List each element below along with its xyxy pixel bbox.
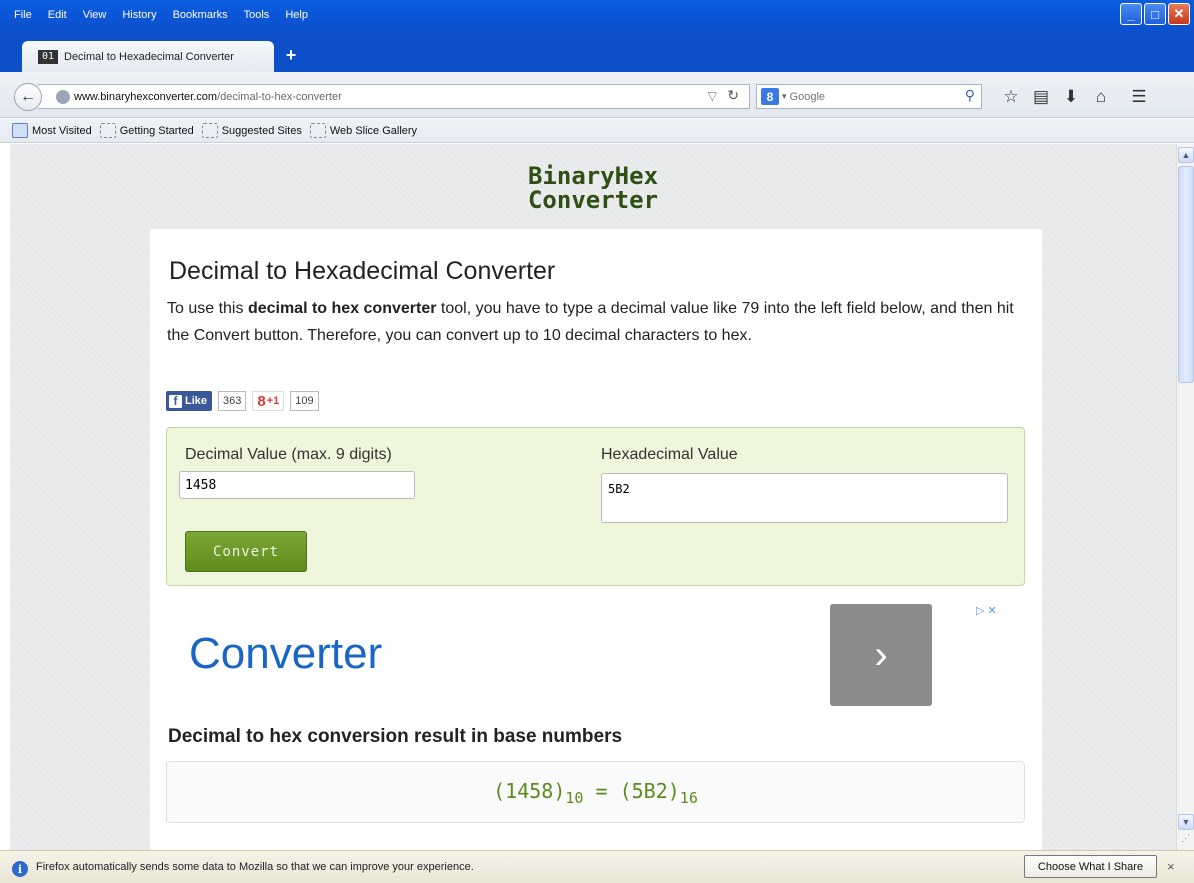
scroll-down-icon[interactable]: ▼ xyxy=(1178,814,1194,830)
menu-file[interactable]: File xyxy=(6,9,40,21)
menu-bar: File Edit View History Bookmarks Tools H… xyxy=(6,9,316,21)
vertical-scrollbar[interactable]: ▲ ▼ xyxy=(1176,144,1194,850)
new-tab-button[interactable]: + xyxy=(280,44,302,66)
search-bar[interactable]: 8 ▾ ⚲ xyxy=(756,84,982,109)
site-logo[interactable]: BinaryHex Converter xyxy=(10,164,1176,212)
bookmark-most-visited[interactable]: Most Visited xyxy=(12,123,92,138)
menu-help[interactable]: Help xyxy=(277,9,316,21)
tab-decimal-to-hex[interactable]: 01 Decimal to Hexadecimal Converter xyxy=(22,41,274,72)
menu-edit[interactable]: Edit xyxy=(40,9,75,21)
bookmarks-toolbar: Most Visited Getting Started Suggested S… xyxy=(0,119,1194,143)
home-icon[interactable]: ⌂ xyxy=(1086,86,1116,108)
window-controls: _ □ ✕ xyxy=(1120,3,1190,25)
result-decimal-base: 10 xyxy=(565,789,584,807)
converter-panel: Decimal Value (max. 9 digits) Hexadecima… xyxy=(166,427,1025,586)
bookmark-web-slice-gallery[interactable]: Web Slice Gallery xyxy=(309,123,417,138)
facebook-like-button[interactable]: f Like xyxy=(166,391,213,411)
menu-history[interactable]: History xyxy=(114,9,164,21)
intro-paragraph: To use this decimal to hex converter too… xyxy=(167,300,1014,344)
hex-output-field[interactable]: 5B2 xyxy=(601,473,1008,523)
resize-grip-icon[interactable]: ⋰ xyxy=(1181,833,1190,844)
facebook-like-count: 363 xyxy=(218,391,247,411)
content-card: Decimal to Hexadecimal Converter To use … xyxy=(150,229,1042,850)
search-magnifier-icon[interactable]: ⚲ xyxy=(965,87,975,104)
decimal-value-label: Decimal Value (max. 9 digits) xyxy=(185,446,392,463)
menu-tools[interactable]: Tools xyxy=(236,9,278,21)
scroll-up-icon[interactable]: ▲ xyxy=(1178,147,1194,163)
reading-list-icon[interactable]: ▤ xyxy=(1026,86,1056,108)
page-icon xyxy=(309,123,326,138)
page-icon xyxy=(201,123,218,138)
facebook-icon: f xyxy=(169,394,182,408)
page-viewport: BinaryHex Converter Decimal to Hexadecim… xyxy=(10,144,1176,850)
result-hex: 5B2 xyxy=(631,779,668,803)
page-title: Decimal to Hexadecimal Converter xyxy=(169,257,556,285)
url-text: www.binaryhexconverter.com/decimal-to-he… xyxy=(74,90,342,103)
close-icon[interactable]: × xyxy=(1167,859,1175,874)
ad-close-icon[interactable]: ✕ xyxy=(987,604,996,617)
tab-strip: 01 Decimal to Hexadecimal Converter + xyxy=(0,36,1194,72)
result-hex-base: 16 xyxy=(679,789,698,807)
ad-banner[interactable]: Converter › ▷ ✕ xyxy=(166,601,1026,711)
social-buttons: f Like 363 8 +1 109 xyxy=(166,391,319,411)
notification-text: Firefox automatically sends some data to… xyxy=(36,861,474,873)
downloads-icon[interactable]: ⬇ xyxy=(1056,86,1086,108)
result-box: (1458)10 = (5B2)16 xyxy=(166,761,1025,823)
menu-view[interactable]: View xyxy=(75,9,115,21)
ad-text[interactable]: Converter xyxy=(189,629,382,679)
ad-choices[interactable]: ▷ ✕ xyxy=(976,604,997,617)
history-dropdown-icon[interactable]: ▽ xyxy=(708,89,717,103)
toolbar-icons: ☆ ▤ ⬇ ⌂ ☰ xyxy=(996,86,1154,108)
engine-dropdown-icon[interactable]: ▾ xyxy=(782,91,787,102)
url-bar[interactable]: www.binaryhexconverter.com/decimal-to-he… xyxy=(38,84,750,109)
google-plus-button[interactable]: 8 +1 xyxy=(252,391,285,411)
choose-what-i-share-button[interactable]: Choose What I Share xyxy=(1024,855,1157,878)
ad-choices-icon[interactable]: ▷ xyxy=(976,604,984,617)
ad-chevron-right-icon[interactable]: › xyxy=(830,604,932,706)
decimal-input[interactable] xyxy=(179,471,415,499)
result-decimal: 1458 xyxy=(505,779,554,803)
menu-bookmarks[interactable]: Bookmarks xyxy=(165,9,236,21)
google-plus-icon: 8 xyxy=(257,392,266,410)
bookmark-star-icon[interactable]: ☆ xyxy=(996,86,1026,108)
maximize-button[interactable]: □ xyxy=(1144,3,1166,25)
google-plus-count: 109 xyxy=(290,391,319,411)
scrollbar-thumb[interactable] xyxy=(1178,166,1194,383)
google-search-engine-icon[interactable]: 8 xyxy=(761,88,779,105)
notification-bar: i Firefox automatically sends some data … xyxy=(0,850,1194,883)
hex-value-label: Hexadecimal Value xyxy=(601,446,738,463)
back-button[interactable]: ← xyxy=(14,83,42,111)
title-bar: File Edit View History Bookmarks Tools H… xyxy=(0,0,1194,36)
page-icon xyxy=(99,123,116,138)
globe-icon xyxy=(56,89,70,104)
convert-button[interactable]: Convert xyxy=(185,531,307,572)
site-favicon-icon: 01 xyxy=(38,49,58,64)
bookmark-suggested-sites[interactable]: Suggested Sites xyxy=(201,123,302,138)
info-icon: i xyxy=(12,861,28,877)
hamburger-menu-icon[interactable]: ☰ xyxy=(1124,86,1154,108)
back-arrow-icon: ← xyxy=(20,88,36,105)
bookmark-getting-started[interactable]: Getting Started xyxy=(99,123,194,138)
reload-icon[interactable]: ↻ xyxy=(727,87,739,104)
result-heading: Decimal to hex conversion result in base… xyxy=(168,726,623,747)
close-window-button[interactable]: ✕ xyxy=(1168,3,1190,25)
tab-title: Decimal to Hexadecimal Converter xyxy=(64,50,234,63)
most-visited-icon xyxy=(12,123,28,138)
minimize-button[interactable]: _ xyxy=(1120,3,1142,25)
search-input[interactable] xyxy=(789,90,940,103)
navigation-bar: www.binaryhexconverter.com/decimal-to-he… xyxy=(0,72,1194,118)
